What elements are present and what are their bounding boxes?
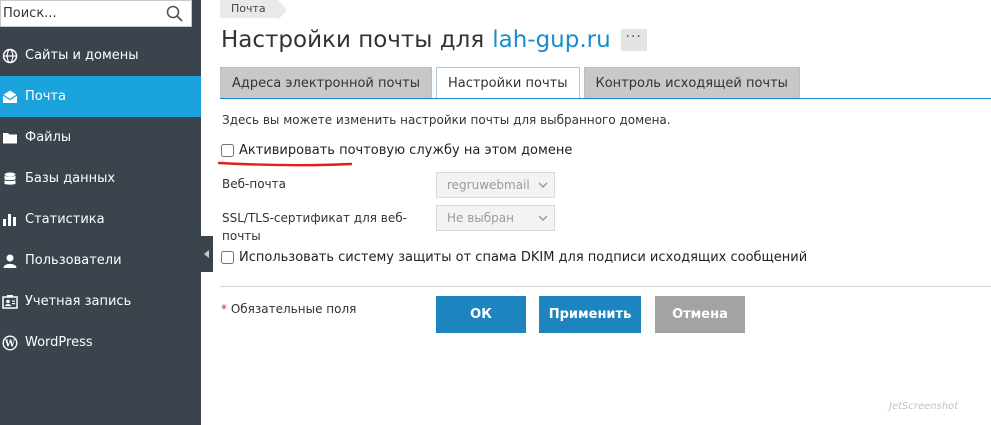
required-star: * <box>221 302 227 316</box>
caret-left-icon <box>204 250 209 258</box>
bar-chart-icon <box>1 211 19 229</box>
chevron-down-icon <box>538 215 548 222</box>
search-input[interactable] <box>1 1 161 26</box>
activate-mail-service-label: Активировать почтовую службу на этом дом… <box>239 143 573 158</box>
webmail-select-value: regruwebmail <box>447 178 530 192</box>
more-actions-button[interactable]: ··· <box>620 29 647 51</box>
cancel-button[interactable]: Отмена <box>655 296 745 333</box>
sidebar-item-label: Статистика <box>25 212 105 227</box>
dkim-checkbox[interactable] <box>221 251 234 264</box>
page-title-text: Настройки почты для <box>221 27 485 53</box>
sidebar-item-label: Учетная запись <box>25 294 132 309</box>
sidebar-item-label: Сайты и домены <box>25 48 139 63</box>
breadcrumb-item-mail[interactable]: Почта <box>220 0 287 20</box>
search-icon[interactable] <box>165 4 185 24</box>
ssl-certificate-select-value: Не выбран <box>447 211 514 225</box>
webmail-select[interactable]: regruwebmail <box>436 172 555 198</box>
tab-email-addresses[interactable]: Адреса электронной почты <box>220 67 432 98</box>
sidebar-item-label: WordPress <box>25 335 93 350</box>
sidebar-item-users[interactable]: Пользователи <box>0 240 201 281</box>
sidebar-item-account[interactable]: Учетная запись <box>0 281 201 322</box>
breadcrumb: Почта <box>220 0 287 20</box>
sidebar-item-databases[interactable]: Базы данных <box>0 158 201 199</box>
ok-button[interactable]: ОК <box>436 296 526 333</box>
sidebar-item-label: Базы данных <box>25 171 116 186</box>
form-divider <box>220 286 991 287</box>
database-icon <box>1 170 19 188</box>
folder-icon <box>1 129 19 147</box>
sidebar-item-statistics[interactable]: Статистика <box>0 199 201 240</box>
required-fields-note: * Обязательные поля <box>221 302 356 316</box>
ssl-certificate-label-line2: почты <box>222 229 261 243</box>
tab-mail-settings[interactable]: Настройки почты <box>435 67 580 99</box>
search-box <box>0 0 192 27</box>
sidebar-item-label: Почта <box>25 89 66 104</box>
sidebar: Сайты и домены Почта Файлы Базы данных С… <box>0 0 201 425</box>
chevron-down-icon <box>538 182 548 189</box>
required-fields-text: Обязательные поля <box>230 302 357 316</box>
dkim-row[interactable]: Использовать систему защиты от спама DKI… <box>221 250 807 265</box>
ssl-certificate-label: SSL/TLS-сертификат для веб- почты <box>222 209 407 245</box>
apply-button[interactable]: Применить <box>539 296 641 333</box>
sidebar-item-files[interactable]: Файлы <box>0 117 201 158</box>
tab-bar: Адреса электронной почты Настройки почты… <box>220 67 804 99</box>
tab-outgoing-mail-control[interactable]: Контроль исходящей почты <box>583 67 800 98</box>
sidebar-item-wordpress[interactable]: W WordPress <box>0 322 201 363</box>
page-title-domain[interactable]: lah-gup.ru <box>492 27 610 53</box>
dkim-label: Использовать систему защиты от спама DKI… <box>239 250 808 265</box>
red-annotation-underline <box>217 161 353 167</box>
wordpress-icon: W <box>1 334 19 352</box>
globe-icon <box>1 47 19 65</box>
webmail-label: Веб-почта <box>222 177 286 191</box>
user-icon <box>1 252 19 270</box>
svg-text:W: W <box>4 339 16 349</box>
account-card-icon <box>1 293 19 311</box>
sidebar-item-sites[interactable]: Сайты и домены <box>0 35 201 76</box>
mail-icon <box>1 88 19 106</box>
sidebar-nav: Сайты и домены Почта Файлы Базы данных С… <box>0 35 201 363</box>
sidebar-collapse-handle[interactable] <box>201 236 213 272</box>
sidebar-item-mail[interactable]: Почта <box>0 76 201 117</box>
activate-mail-service-checkbox[interactable] <box>221 144 234 157</box>
ssl-certificate-select[interactable]: Не выбран <box>436 205 555 231</box>
activate-mail-service-row[interactable]: Активировать почтовую службу на этом дом… <box>221 143 572 158</box>
tabs-underline <box>220 98 991 99</box>
page-title: Настройки почты для lah-gup.ru ··· <box>221 27 647 53</box>
ssl-certificate-label-line1: SSL/TLS-сертификат для веб- <box>222 211 407 225</box>
sidebar-item-label: Пользователи <box>25 253 122 268</box>
sidebar-item-label: Файлы <box>25 130 72 145</box>
form-intro-text: Здесь вы можете изменить настройки почты… <box>222 113 671 127</box>
watermark: JetScreenshot <box>889 401 959 412</box>
